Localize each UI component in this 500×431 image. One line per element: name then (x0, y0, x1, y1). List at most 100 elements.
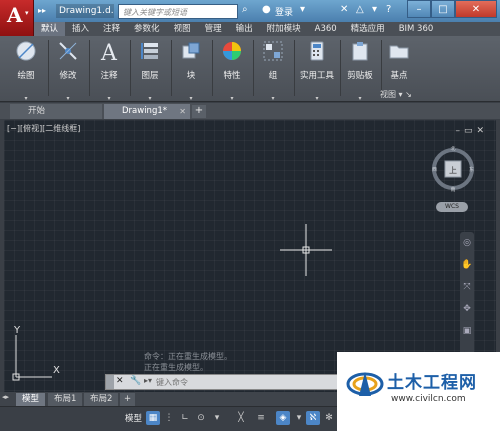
draw-label: 绘图 (17, 71, 35, 81)
chevron-down-icon: ▾ (24, 95, 28, 102)
properties-label: 特性 (223, 71, 241, 81)
close-icon[interactable]: ✕ (116, 376, 124, 386)
command-history: 命令：正在重生成模型。 正在重生成模型。 (144, 351, 232, 373)
block-button[interactable]: 块 ▾ (171, 38, 211, 102)
viewport-controls-label[interactable]: [−][俯视][二维线框] (7, 123, 80, 134)
tab-drawing1[interactable]: Drawing1* ✕ (104, 104, 190, 119)
block-icon (182, 42, 200, 59)
isodraft-icon[interactable]: ▾ (210, 411, 224, 425)
chevron-down-icon: ▾ (315, 95, 319, 102)
tab-layout1[interactable]: 布局1 (48, 393, 83, 406)
close-icon[interactable]: ✕ (179, 104, 186, 119)
tab-addins[interactable]: 附加模块 (260, 22, 308, 36)
pan-icon[interactable]: ✋ (460, 254, 474, 276)
tab-model[interactable]: 模型 (16, 393, 46, 406)
wcs-menu[interactable]: WCS (436, 202, 468, 212)
wrench-icon[interactable]: 🔧 (130, 376, 141, 386)
command-input[interactable] (156, 377, 356, 388)
model-space-button[interactable]: 模型 (125, 412, 142, 424)
text-icon: A (100, 41, 118, 66)
search-icon[interactable]: ⌕ (242, 4, 248, 15)
add-layout-button[interactable]: + (120, 393, 136, 406)
utilities-button[interactable]: 实用工具 ▾ (294, 38, 340, 102)
base-point-label: 基点 (390, 71, 408, 81)
osnap-icon[interactable]: ╳ (234, 411, 248, 425)
utilities-label: 实用工具 (299, 71, 334, 81)
group-icon (263, 41, 283, 61)
new-tab-button[interactable]: + (192, 105, 206, 118)
login-dropdown-icon[interactable]: ▾ (300, 4, 305, 15)
viewport-window-controls[interactable]: –▭✕ (455, 126, 488, 136)
tab-start[interactable]: 开始 (10, 104, 102, 119)
lineweight-icon[interactable]: ≡ (254, 411, 268, 425)
annotate-button[interactable]: A 注释 ▾ (89, 38, 129, 102)
steering-wheel-icon[interactable]: ◎ (460, 232, 474, 254)
chevron-down-icon: ▾ (148, 95, 152, 102)
modify-label: 修改 (59, 71, 77, 81)
minimize-button[interactable]: – (407, 0, 431, 18)
snap-icon[interactable]: ⋮ (162, 411, 176, 425)
tab-bim360[interactable]: BIM 360 (392, 22, 441, 36)
chevron-down-icon: ▾ (358, 95, 362, 102)
user-icon[interactable]: ● (262, 4, 271, 15)
application-menu-button[interactable]: A ▾ (0, 0, 34, 36)
annotation-scale-icon[interactable]: ℵ (306, 411, 320, 425)
annotation-visibility-icon[interactable]: ▾ (292, 411, 306, 425)
watermark-title: 土木工程网 (387, 373, 477, 393)
properties-button[interactable]: 特性 ▾ (212, 38, 252, 102)
tab-parametric[interactable]: 参数化 (127, 22, 167, 36)
viewcube[interactable]: 上 北 南 西 东 (430, 146, 476, 192)
folder-icon (389, 45, 409, 59)
close-button[interactable]: ✕ (455, 0, 497, 18)
workspace-icon[interactable]: ✻ (322, 411, 336, 425)
zoom-extents-icon[interactable]: ⤧ (460, 276, 474, 298)
south-label: 南 (450, 186, 455, 192)
autocad-logo-icon: A (7, 3, 23, 27)
tab-annotate[interactable]: 注释 (96, 22, 127, 36)
layers-button[interactable]: 图层 ▾ (130, 38, 170, 102)
search-input[interactable]: 键入关键字或短语 (118, 4, 238, 19)
command-line-grip[interactable] (106, 375, 114, 389)
maximize-button[interactable]: □ (431, 0, 455, 18)
modify-button[interactable]: 修改 ▾ (48, 38, 88, 102)
clipboard-label: 剪贴板 (347, 71, 373, 81)
polar-icon[interactable]: ⊙ (194, 411, 208, 425)
orbit-icon[interactable]: ✥ (460, 298, 474, 320)
selection-cycling-icon[interactable]: ◈ (276, 411, 290, 425)
block-label: 块 (186, 71, 196, 81)
tab-insert[interactable]: 插入 (65, 22, 96, 36)
tab-featured-apps[interactable]: 精选应用 (344, 22, 392, 36)
a360-icon[interactable]: △ (356, 4, 364, 15)
layers-label: 图层 (141, 71, 159, 81)
command-prompt-icon[interactable]: ▸▾ (144, 376, 152, 385)
help-dropdown-icon[interactable]: ▾ (372, 4, 377, 15)
watermark-logo (346, 372, 384, 396)
draw-button[interactable]: 绘图 ▾ (6, 38, 46, 102)
tab-output[interactable]: 输出 (229, 22, 260, 36)
login-button[interactable]: 登录 (275, 5, 293, 18)
chevron-down-icon: ▾ (189, 95, 193, 102)
tab-layout2[interactable]: 布局2 (84, 393, 119, 406)
clipboard-icon (352, 42, 368, 61)
annotate-label: 注释 (100, 71, 118, 81)
showmotion-icon[interactable]: ▣ (460, 320, 474, 342)
east-label: 东 (469, 166, 474, 173)
exchange-icon[interactable]: ✕ (340, 4, 348, 15)
chevron-down-icon: ▾ (107, 95, 111, 102)
tab-a360[interactable]: A360 (308, 22, 344, 36)
grid-icon[interactable]: ▦ (146, 411, 160, 425)
tab-default[interactable]: 默认 (34, 22, 66, 36)
ortho-icon[interactable]: ∟ (178, 411, 192, 425)
command-history-line: 正在重生成模型。 (144, 363, 208, 372)
help-icon[interactable]: ? (386, 4, 391, 15)
view-panel-label[interactable]: 视图 ▾ ↘ (380, 89, 412, 100)
clipboard-button[interactable]: 剪贴板 ▾ (340, 38, 380, 102)
chevron-down-icon: ▾ (230, 95, 234, 102)
layout-nav-arrows[interactable]: ◂▸ (2, 393, 9, 401)
groups-button[interactable]: 组 ▾ (253, 38, 293, 102)
ucs-icon[interactable]: Y X (8, 325, 68, 385)
tab-view[interactable]: 视图 (167, 22, 198, 36)
tab-manage[interactable]: 管理 (198, 22, 229, 36)
quick-access-arrow-icon[interactable]: ▸▸ (38, 6, 46, 15)
ribbon-panel: 绘图 ▾ 修改 ▾ A 注释 ▾ 图层 ▾ 块 ▾ 特性 ▾ 组 ▾ 实用工具 … (0, 36, 500, 102)
